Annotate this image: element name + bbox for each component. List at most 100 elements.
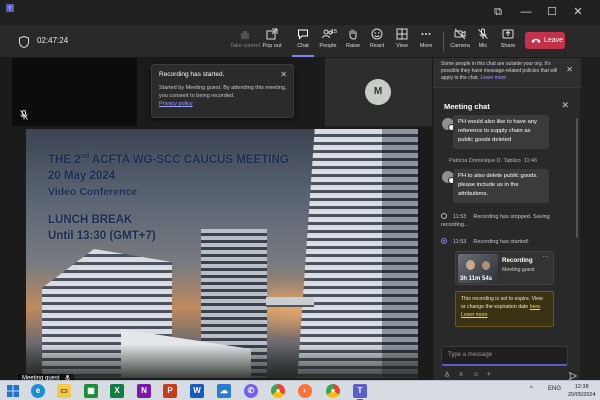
close-icon[interactable]: ✕ [280, 70, 287, 79]
emoji-icon[interactable]: ☺ [473, 372, 479, 378]
recording-started-icon [441, 238, 447, 244]
message-time: 11:46 [523, 158, 538, 164]
system-message: 11:53 Recording has started! [441, 238, 571, 246]
person-figure [482, 261, 490, 270]
format-icon[interactable]: A̲ [445, 372, 449, 378]
shared-screen: THE 2nd ACFTA WG-SCC CAUCUS MEETING 20 M… [26, 129, 418, 378]
file-explorer-icon[interactable]: ▭ [57, 384, 71, 398]
pop-out-icon [266, 28, 278, 40]
chevron-up-icon[interactable]: ^ [530, 386, 533, 392]
mic-muted-icon [20, 110, 28, 120]
chat-button[interactable]: Chat [289, 28, 317, 56]
grid-view-icon [396, 28, 408, 40]
people-label: People [319, 43, 337, 49]
attach-icon[interactable]: ⎀ [459, 372, 464, 379]
sky-bridge [266, 297, 314, 307]
react-button[interactable]: React [363, 28, 391, 56]
add-icon[interactable]: + [487, 372, 491, 378]
clock[interactable]: 12:38 20/05/2024 [568, 383, 596, 399]
powerpoint-icon[interactable]: P [163, 384, 177, 398]
mic-label: Mic [478, 43, 488, 49]
recording-title: Recording [502, 257, 533, 264]
toolbar-divider [443, 32, 444, 52]
chat-icon [298, 29, 308, 40]
more-label: More [419, 43, 433, 49]
system-text: Recording has started! [473, 239, 529, 245]
pop-out-label: Pop out [262, 43, 282, 49]
minimize-button[interactable]: — [514, 4, 538, 20]
react-label: React [369, 43, 385, 49]
leave-button[interactable]: Leave [525, 32, 565, 49]
take-control-button[interactable]: Take control [230, 28, 260, 56]
viber-icon[interactable]: ✆ [244, 384, 258, 398]
meeting-timer: 02:47:24 [37, 36, 69, 45]
excel-icon[interactable]: X [110, 384, 124, 398]
hand-icon [241, 31, 249, 39]
slide-date: 20 May 2024 [48, 170, 116, 182]
close-icon[interactable]: ✕ [561, 100, 569, 111]
slide-break: LUNCH BREAK [48, 214, 133, 226]
message-meta: Patricia Dominique D. Tablizo 11:46 [449, 158, 537, 164]
spreadsheet-icon[interactable]: ▦ [84, 384, 98, 398]
learn-more-link[interactable]: Learn more [461, 312, 488, 318]
external-notice: Some people in this chat are outside you… [433, 58, 581, 88]
chrome-profile-icon[interactable]: ● [326, 384, 340, 398]
more-options-icon[interactable]: … [542, 252, 549, 259]
system-time: 11:53 [453, 239, 467, 245]
recording-duration: 3h 11m 54s [460, 276, 493, 282]
video-tile[interactable] [12, 58, 137, 126]
smiley-icon [371, 28, 383, 40]
clock-time: 12:38 [574, 384, 589, 390]
participant-tile[interactable]: M [325, 58, 432, 126]
mic-off-icon [478, 28, 488, 39]
shield-icon [19, 36, 29, 48]
meeting-chat-panel: Some people in this chat are outside you… [432, 58, 581, 384]
language-indicator[interactable]: ENG [548, 386, 561, 392]
recording-toast: Recording has started. Started by Meetin… [151, 64, 294, 118]
teams-meeting-window: T ⧉ — ☐ ✕ 02:47:24 Take control Pop out … [0, 0, 600, 400]
onenote-icon[interactable]: N [137, 384, 151, 398]
clock-date: 20/05/2024 [568, 392, 596, 398]
send-icon[interactable] [569, 372, 577, 380]
edge-icon[interactable]: e [31, 384, 45, 398]
expiration-here-link[interactable]: here [530, 304, 540, 310]
share-label: Share [500, 43, 516, 49]
firefox-icon[interactable]: ◐ [298, 384, 312, 398]
recording-card[interactable]: 3h 11m 54s Recording Meeting guest … [455, 251, 554, 285]
toast-title: Recording has started. [159, 71, 225, 78]
maximize-button[interactable]: ☐ [540, 4, 564, 20]
panel-title: Meeting chat [444, 102, 490, 111]
scrollbar[interactable] [576, 118, 578, 238]
pop-out-button[interactable]: Pop out [258, 28, 286, 56]
privacy-policy-link[interactable]: Privacy policy [159, 100, 286, 108]
windows-start-icon[interactable] [6, 384, 20, 398]
title-bar: T ⧉ — ☐ ✕ [0, 0, 600, 25]
teams-icon[interactable]: T [353, 384, 367, 398]
restore-window-icon[interactable]: ⧉ [486, 4, 510, 20]
chat-message[interactable]: PH to also delete public goods. please i… [453, 169, 549, 203]
tree-line [26, 344, 418, 378]
share-button[interactable]: Share [494, 28, 522, 56]
mic-button[interactable]: Mic [469, 28, 497, 56]
learn-more-link[interactable]: Learn more [480, 75, 506, 81]
leave-label: Leave [544, 37, 564, 44]
cloud-app-icon[interactable]: ☁ [217, 384, 231, 398]
windows-taskbar: e ▭ ▦ X N P W ☁ ✆ ● ◐ ● T ^ ENG 12:38 20… [0, 380, 600, 400]
close-icon[interactable]: ✕ [566, 66, 573, 74]
recording-thumbnail[interactable]: 3h 11m 54s [458, 254, 498, 283]
chrome-icon[interactable]: ● [271, 384, 285, 398]
camera-off-icon [454, 28, 466, 40]
more-button[interactable]: More [412, 28, 440, 56]
people-button[interactable]: 15 People [314, 28, 342, 56]
message-input[interactable]: Type a message [441, 346, 568, 366]
meeting-toolbar: 02:47:24 Take control Pop out Chat 15 Pe… [0, 25, 600, 58]
take-control-label: Take control [230, 43, 260, 49]
tower-side [382, 129, 418, 378]
avatar: M [365, 79, 391, 105]
word-icon[interactable]: W [190, 384, 204, 398]
raise-hand-icon [349, 29, 357, 40]
close-window-button[interactable]: ✕ [566, 4, 590, 20]
system-time: 11:53 [453, 214, 467, 220]
chat-message[interactable]: PH would also like to have any reference… [453, 115, 549, 149]
sender-name: Patricia Dominique D. Tablizo [449, 158, 521, 164]
